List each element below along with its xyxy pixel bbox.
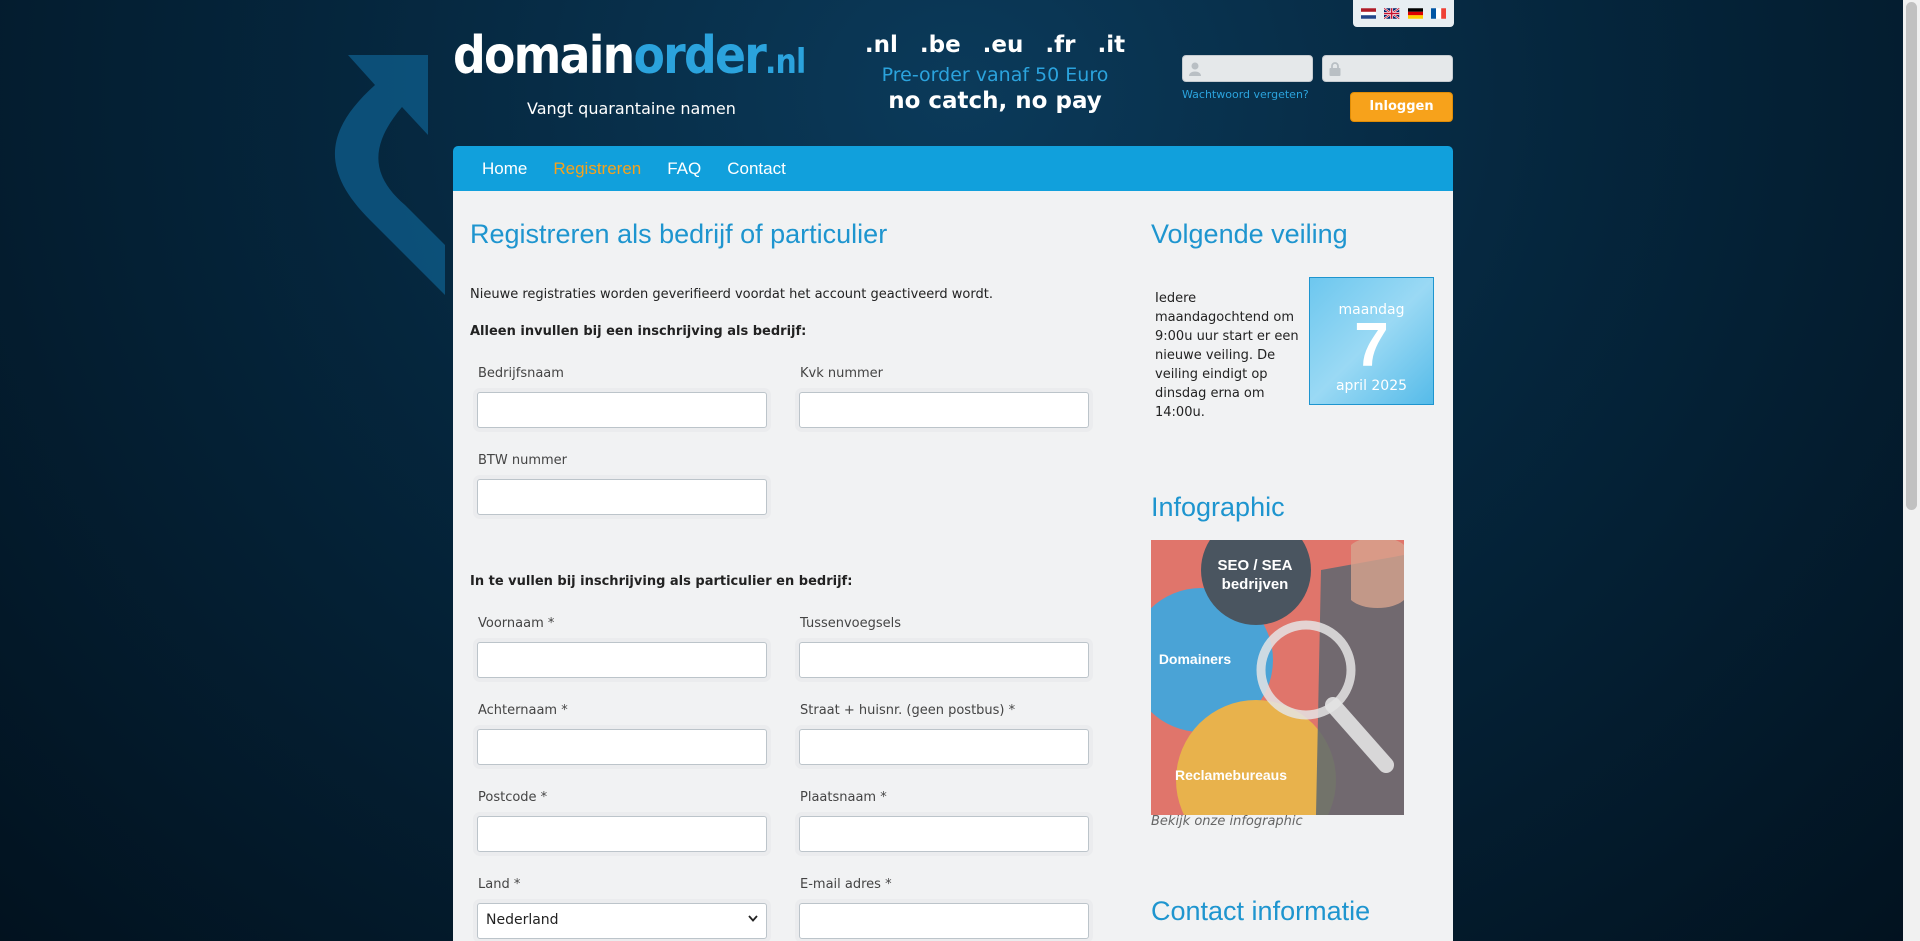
- lock-icon: [1329, 62, 1341, 76]
- country-select[interactable]: Nederland: [477, 903, 767, 939]
- de-flag-icon[interactable]: [1407, 8, 1423, 19]
- promo-preorder: Pre-order vanaf 50 Euro: [881, 64, 1109, 86]
- promo-tlds: .nl .be .eu .fr .it: [864, 32, 1126, 58]
- infographic-reclame-label: Reclamebureaus: [1175, 767, 1287, 783]
- scrollbar-thumb[interactable]: [1906, 2, 1917, 510]
- street-input[interactable]: [799, 729, 1089, 765]
- business-section-label: Alleen invullen bij een inschrijving als…: [470, 324, 807, 339]
- personal-section-label: In te vullen bij inschrijving als partic…: [470, 574, 853, 589]
- company-label: Bedrijfsnaam: [478, 366, 564, 381]
- vat-label: BTW nummer: [478, 453, 567, 468]
- country-label: Land *: [478, 877, 521, 892]
- infix-label: Tussenvoegsels: [800, 616, 902, 631]
- country-select-value: Nederland: [486, 912, 559, 928]
- auction-date-box: maandag 7 april 2025: [1309, 277, 1434, 405]
- auction-date-month: april 2025: [1335, 378, 1408, 394]
- auction-title: Volgende veiling: [1151, 219, 1348, 249]
- background-arrow-icon: [334, 55, 445, 295]
- main-navigation: Home Registreren FAQ Contact: [453, 146, 1453, 191]
- kvk-input[interactable]: [799, 392, 1089, 428]
- city-label: Plaatsnaam *: [800, 790, 887, 805]
- contact-title: Contact informatie: [1151, 896, 1371, 926]
- nav-registreren[interactable]: Registreren: [553, 146, 641, 191]
- promo-catch: no catch, no pay: [888, 88, 1102, 114]
- login-button[interactable]: Inloggen: [1350, 92, 1453, 122]
- infographic-image[interactable]: SEO / SEA bedrijven Domainers Reclamebur…: [1151, 540, 1404, 815]
- site-tagline: Vangt quarantaine namen: [527, 99, 736, 118]
- postcode-label: Postcode *: [478, 790, 548, 805]
- content-area: Registreren als bedrijf of particulier N…: [453, 191, 1453, 941]
- gb-flag-icon[interactable]: [1384, 8, 1400, 19]
- nl-flag-icon[interactable]: [1361, 8, 1377, 19]
- login-username-input[interactable]: [1182, 55, 1313, 82]
- city-input[interactable]: [799, 816, 1089, 852]
- chevron-down-icon: [748, 915, 758, 922]
- lastname-input[interactable]: [477, 729, 767, 765]
- kvk-label: Kvk nummer: [800, 366, 884, 381]
- infographic-seo-label: SEO / SEA: [1217, 557, 1292, 574]
- site-logo[interactable]: domainorder.nl: [453, 30, 853, 82]
- nav-contact[interactable]: Contact: [727, 146, 786, 191]
- page-title: Registreren als bedrijf of particulier: [470, 219, 888, 249]
- infographic-title: Infographic: [1151, 492, 1285, 522]
- infographic-seo-label-2: bedrijven: [1222, 576, 1289, 593]
- vat-input[interactable]: [477, 479, 767, 515]
- street-label: Straat + huisnr. (geen postbus) *: [800, 703, 1016, 718]
- language-flags: [1353, 0, 1454, 27]
- nav-home[interactable]: Home: [482, 146, 527, 191]
- fr-flag-icon[interactable]: [1430, 8, 1446, 19]
- intro-text: Nieuwe registraties worden geverifieerd …: [470, 287, 993, 302]
- page-scrollbar[interactable]: [1903, 0, 1920, 941]
- infix-input[interactable]: [799, 642, 1089, 678]
- lastname-label: Achternaam *: [478, 703, 568, 718]
- user-icon: [1189, 62, 1201, 76]
- firstname-input[interactable]: [477, 642, 767, 678]
- auction-date-num: 7: [1354, 311, 1389, 380]
- forgot-password-link[interactable]: Wachtwoord vergeten?: [1182, 88, 1309, 101]
- nav-faq[interactable]: FAQ: [667, 146, 701, 191]
- login-password-input[interactable]: [1322, 55, 1453, 82]
- firstname-label: Voornaam *: [478, 616, 555, 631]
- email-input[interactable]: [799, 903, 1089, 939]
- promo-block: .nl .be .eu .fr .it Pre-order vanaf 50 E…: [850, 32, 1140, 114]
- infographic-caption[interactable]: Bekijk onze infographic: [1151, 814, 1303, 829]
- auction-text: Iedere maandagochtend om 9:00u uur start…: [1155, 291, 1299, 420]
- infographic-domainers-label: Domainers: [1159, 651, 1232, 667]
- postcode-input[interactable]: [477, 816, 767, 852]
- company-input[interactable]: [477, 392, 767, 428]
- email-label: E-mail adres *: [800, 877, 892, 892]
